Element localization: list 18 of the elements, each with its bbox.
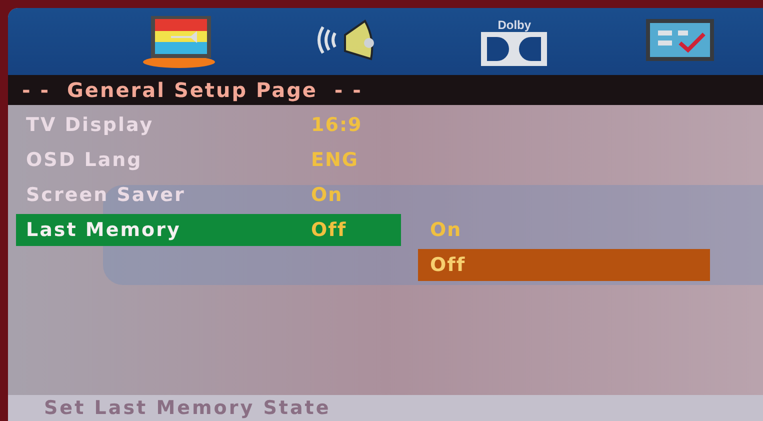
dolby-logo: Dolby: [481, 18, 548, 66]
setting-value: ENG: [311, 149, 360, 171]
status-text: Set Last Memory State: [44, 397, 331, 419]
option-item[interactable]: On: [418, 214, 710, 246]
menu-tab[interactable]: Dolby: [432, 10, 598, 72]
setting-value: On: [311, 184, 344, 206]
setting-label: Last Memory: [26, 219, 182, 241]
setting-label: Screen Saver: [26, 184, 186, 206]
setting-value: 16:9: [311, 114, 364, 136]
setting-value: Off: [311, 219, 348, 241]
setting-row[interactable]: Last Memory Off: [16, 214, 401, 246]
setting-row[interactable]: TV Display 16:9: [16, 109, 401, 141]
page-title: - - General Setup Page - -: [22, 78, 362, 102]
setting-row[interactable]: Screen Saver On: [16, 179, 401, 211]
option-item[interactable]: Off: [418, 249, 710, 281]
setting-label: OSD Lang: [26, 149, 144, 171]
setting-row[interactable]: OSD Lang ENG: [16, 144, 401, 176]
setting-label: TV Display: [26, 114, 155, 136]
